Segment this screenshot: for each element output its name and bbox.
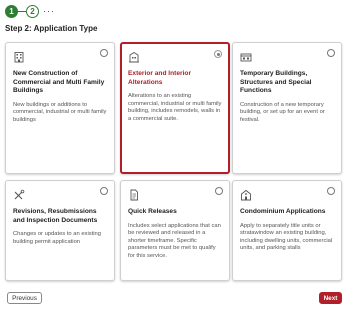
tools-icon <box>13 189 25 201</box>
condominium-icon <box>240 189 252 201</box>
next-button[interactable]: Next <box>319 292 342 304</box>
card-description: Apply to separately title units or strat… <box>240 222 333 252</box>
card-title: Exterior and Interior Alterations <box>128 70 192 86</box>
card-quick-releases[interactable]: Quick Releases Includes select applicati… <box>120 180 230 281</box>
stepper: 1 2 ··· <box>5 4 55 18</box>
document-icon <box>128 189 140 201</box>
card-description: Changes or updates to an existing buildi… <box>13 231 101 245</box>
card-temporary-buildings[interactable]: Temporary Buildings, Structures and Spec… <box>232 42 342 174</box>
card-condominium[interactable]: Condominium Applications Apply to separa… <box>232 180 342 281</box>
card-new-construction[interactable]: New Construction of Commercial and Multi… <box>5 42 115 174</box>
card-description: Includes select applications that can be… <box>128 222 221 259</box>
radio-alterations[interactable] <box>214 50 222 58</box>
radio-quick-releases[interactable] <box>215 187 223 195</box>
page-title: Step 2: Application Type <box>5 24 98 33</box>
card-title: New Construction of Commercial and Multi… <box>13 70 105 94</box>
radio-temporary-buildings[interactable] <box>327 49 335 57</box>
card-description: Construction of a new temporary building… <box>240 101 325 123</box>
step-2-indicator[interactable]: 2 <box>26 4 39 18</box>
card-title: Quick Releases <box>128 208 177 215</box>
card-title: Temporary Buildings, Structures and Spec… <box>240 70 312 94</box>
card-alterations[interactable]: Exterior and Interior Alterations Altera… <box>120 42 230 174</box>
radio-revisions[interactable] <box>100 187 108 195</box>
card-description: Alterations to an existing commercial, i… <box>128 93 222 122</box>
more-steps-ellipsis: ··· <box>43 6 55 16</box>
card-revisions[interactable]: Revisions, Resubmissions and Inspection … <box>5 180 115 281</box>
radio-new-construction[interactable] <box>100 49 108 57</box>
step-1-indicator[interactable]: 1 <box>5 4 18 18</box>
radio-condominium[interactable] <box>327 187 335 195</box>
building-icon <box>13 51 25 63</box>
alterations-icon <box>128 51 140 63</box>
card-title: Condominium Applications <box>240 208 326 215</box>
previous-button[interactable]: Previous <box>7 292 42 304</box>
card-description: New buildings or additions to commercial… <box>13 101 107 123</box>
temporary-building-icon <box>240 51 252 63</box>
step-connector <box>18 11 26 12</box>
card-title: Revisions, Resubmissions and Inspection … <box>13 208 98 224</box>
